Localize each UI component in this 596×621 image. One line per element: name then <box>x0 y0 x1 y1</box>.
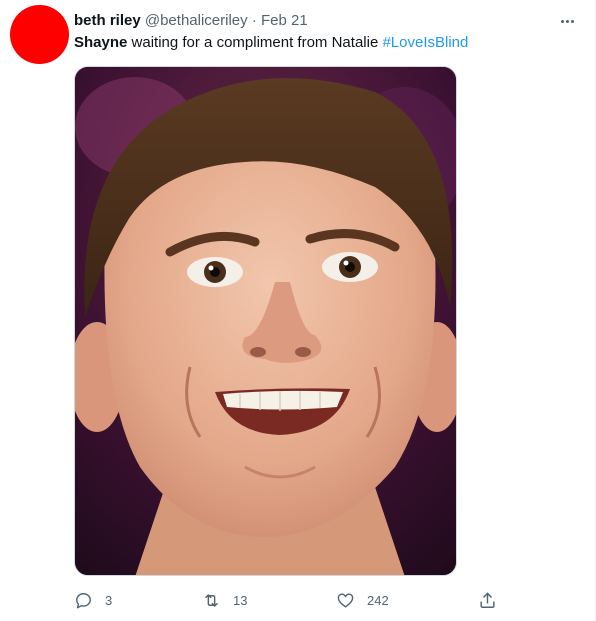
photo-illustration <box>75 67 456 575</box>
hashtag-link[interactable]: #LoveIsBlind <box>382 34 468 51</box>
tweet-text: Shayne waiting for a compliment from Nat… <box>74 33 468 53</box>
more-options-icon[interactable] <box>555 12 579 30</box>
retweet-count: 13 <box>233 592 248 608</box>
tweet-text-body: waiting for a compliment from Natalie <box>127 34 383 51</box>
share-icon <box>480 592 495 608</box>
user-handle[interactable]: @bethaliceriley <box>145 12 248 29</box>
tweet-header: beth riley @bethaliceriley · Feb 21 <box>74 11 308 31</box>
reply-icon <box>76 592 91 608</box>
heart-icon <box>337 592 354 608</box>
like-count: 242 <box>367 592 389 608</box>
tweet-text-name: Shayne <box>74 34 128 51</box>
avatar[interactable] <box>10 5 69 64</box>
tweet-photo[interactable] <box>74 66 457 576</box>
separator-dot: · <box>251 12 257 29</box>
display-name[interactable]: beth riley <box>74 12 141 29</box>
retweet-button[interactable]: 13 <box>202 588 247 612</box>
tweet-date[interactable]: Feb 21 <box>261 12 308 29</box>
tweet-actions: 3 13 242 <box>74 588 504 612</box>
reply-button[interactable]: 3 <box>74 588 112 612</box>
share-button[interactable] <box>478 588 497 612</box>
retweet-icon <box>205 593 218 607</box>
like-button[interactable]: 242 <box>336 588 389 612</box>
tweet[interactable]: beth riley @bethaliceriley · Feb 21 Shay… <box>0 0 596 621</box>
reply-count: 3 <box>105 592 113 608</box>
